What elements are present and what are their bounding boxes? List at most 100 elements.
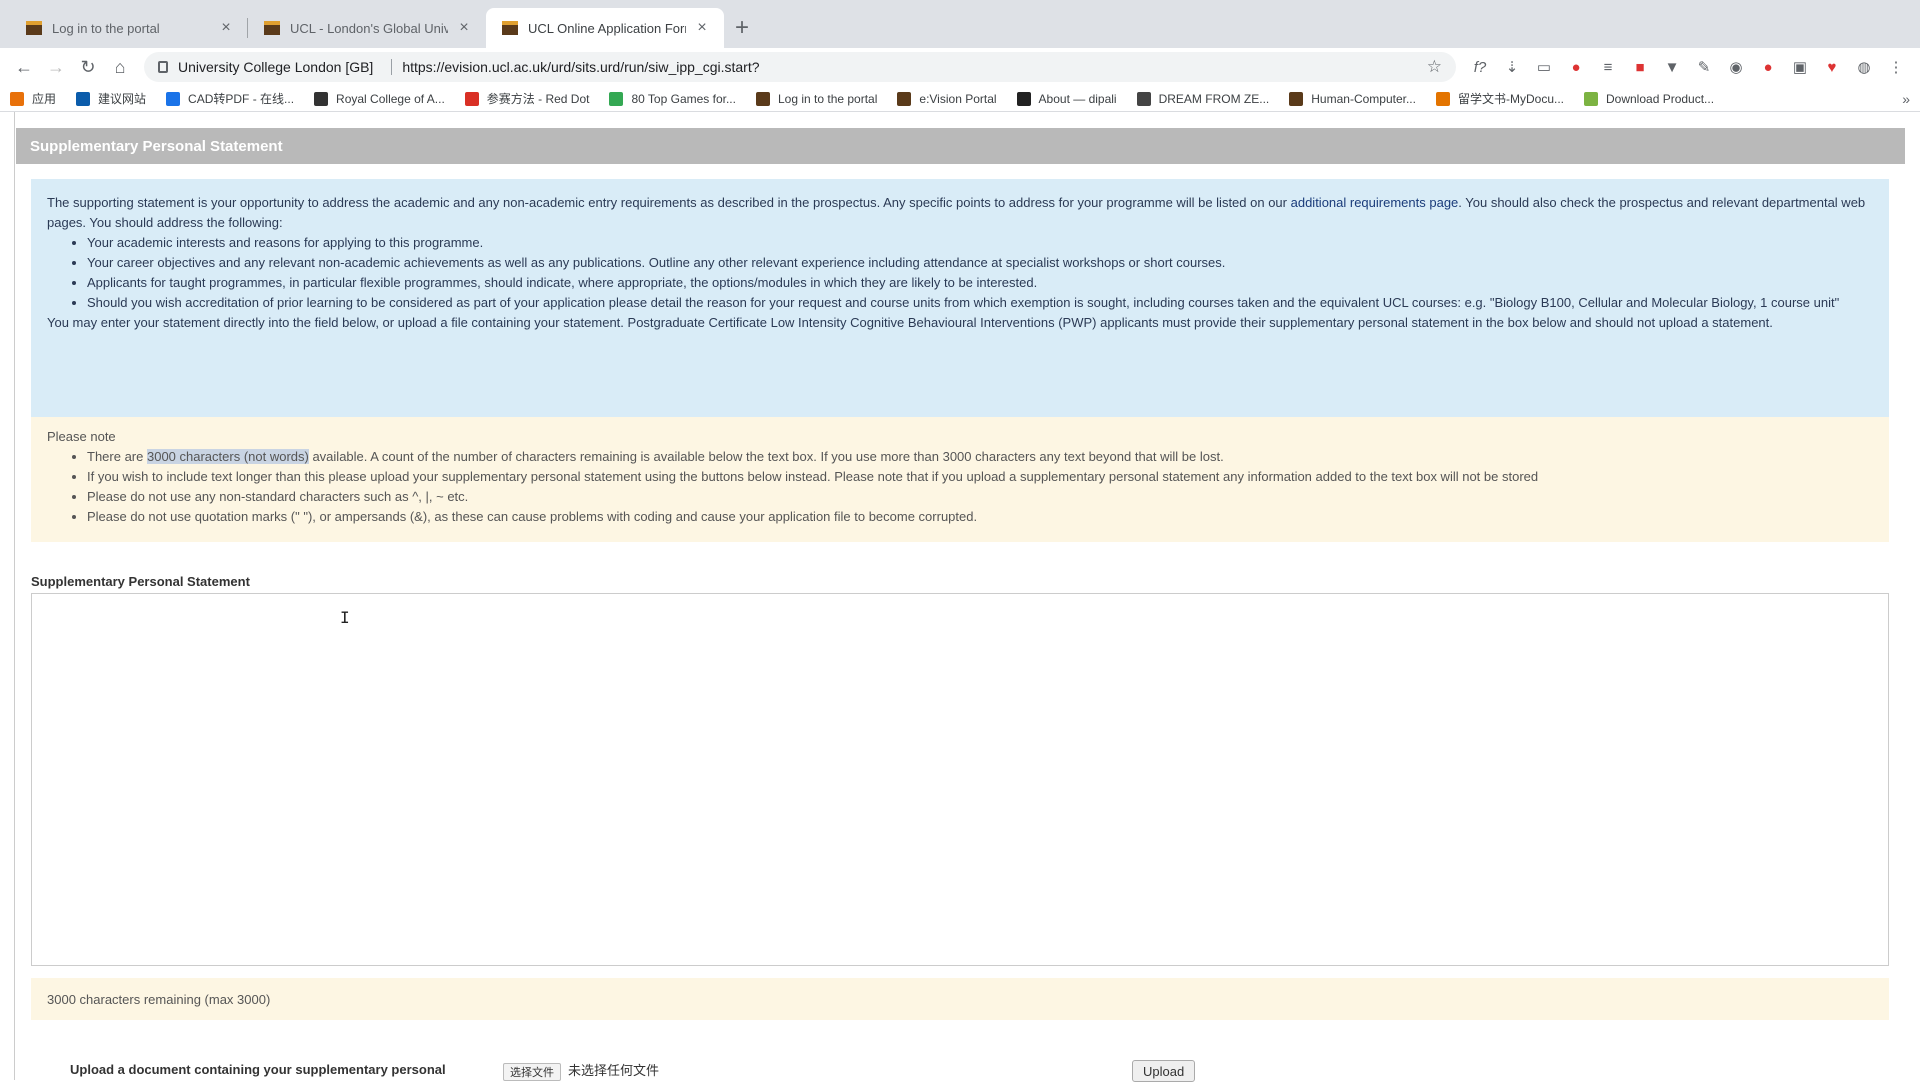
dv-icon: [1016, 91, 1031, 106]
browser-tab-active[interactable]: UCL Online Application Form ×: [486, 8, 724, 48]
back-arrow-icon[interactable]: ←: [8, 51, 40, 83]
ucl-icon: [755, 91, 770, 106]
statement-field-label: Supplementary Personal Statement: [31, 574, 250, 589]
list-item: If you wish to include text longer than …: [87, 467, 1873, 487]
bookmark-item[interactable]: DREAM FROM ZE...: [1136, 91, 1270, 106]
additional-requirements-link[interactable]: additional requirements page: [1291, 195, 1459, 210]
home-icon[interactable]: ⌂: [104, 51, 136, 83]
tab-close-icon[interactable]: ×: [218, 19, 234, 37]
pen-extension-icon[interactable]: ✎: [1688, 51, 1720, 83]
bookmark-label: Human-Computer...: [1311, 91, 1416, 106]
forward-arrow-icon[interactable]: →: [40, 51, 72, 83]
note-list: There are 3000 characters (not words) av…: [87, 447, 1873, 527]
bookmark-label: Royal College of A...: [336, 91, 445, 106]
privacy-extension-icon[interactable]: ♥: [1816, 51, 1848, 83]
url-text[interactable]: https://evision.ucl.ac.uk/urd/sits.urd/r…: [402, 59, 759, 75]
bookmark-label: 建议网站: [98, 92, 147, 106]
bookmark-label: DREAM FROM ZE...: [1158, 91, 1270, 106]
bookmarks-overflow-icon[interactable]: »: [1902, 91, 1910, 107]
note-heading: Please note: [47, 429, 116, 444]
toc-extension-icon[interactable]: ≡: [1592, 51, 1624, 83]
bookmark-label: 应用: [32, 92, 57, 106]
statement-textarea[interactable]: [31, 593, 1889, 966]
apps-grid-icon: [10, 91, 24, 106]
bookmark-label: 留学文书-MyDocu...: [1457, 92, 1564, 106]
characters-remaining: 3000 characters remaining (max 3000): [31, 978, 1889, 1020]
site-identity: University College London [GB]: [178, 59, 374, 75]
rca-icon: [314, 91, 329, 106]
upload-button[interactable]: Upload: [1132, 1060, 1196, 1082]
tab-title: UCL Online Application Form: [528, 20, 686, 36]
bookmark-item[interactable]: Download Product...: [1584, 91, 1715, 106]
new-tab-icon[interactable]: +: [724, 8, 760, 48]
cube-icon: [1136, 91, 1151, 106]
opera-extension-icon[interactable]: ●: [1560, 51, 1592, 83]
bookmark-item[interactable]: 80 Top Games for...: [609, 91, 736, 106]
ucl-icon: [1289, 91, 1304, 106]
bookmark-label: 80 Top Games for...: [631, 91, 736, 106]
section-title: Supplementary Personal Statement: [16, 128, 1905, 164]
bookmark-item[interactable]: 留学文书-MyDocu...: [1435, 90, 1564, 107]
bookmark-label: About — dipali: [1038, 91, 1117, 106]
menu-kebab-icon[interactable]: ⋮: [1880, 51, 1912, 83]
address-bar[interactable]: University College London [GB] https://e…: [144, 52, 1456, 82]
browser-tab-strip: Log in to the portal × UCL - London's Gl…: [0, 0, 1920, 48]
page-content: Supplementary Personal Statement The sup…: [0, 112, 1920, 1082]
browser-toolbar: ← → ↻ ⌂ University College London [GB] h…: [0, 48, 1920, 86]
bookmark-item[interactable]: CAD转PDF - 在线...: [166, 90, 294, 107]
list-item: There are 3000 characters (not words) av…: [87, 447, 1873, 467]
reload-icon[interactable]: ↻: [72, 51, 104, 83]
bookmark-item[interactable]: About — dipali: [1016, 91, 1117, 106]
download-extension-icon[interactable]: ⇣: [1496, 51, 1528, 83]
browser-tab[interactable]: UCL - London's Global Univer ×: [248, 8, 486, 48]
bookmarks-bar: 应用 建议网站 CAD转PDF - 在线... Royal College of A.…: [0, 86, 1920, 112]
list-item: Please do not use quotation marks (" "),…: [87, 507, 1873, 527]
reddot-icon: [464, 91, 479, 106]
games-icon: [609, 91, 624, 106]
upload-label: Upload a document containing your supple…: [70, 1062, 446, 1077]
leaf-icon: [1584, 91, 1598, 106]
browser-tab[interactable]: Log in to the portal ×: [10, 8, 248, 48]
bookmark-item[interactable]: 参赛方法 - Red Dot: [464, 90, 590, 107]
info-list: Your academic interests and reasons for …: [87, 233, 1873, 313]
profile-avatar-icon[interactable]: ◍: [1848, 51, 1880, 83]
tab-close-icon[interactable]: ×: [694, 19, 710, 37]
formula-extension-icon[interactable]: f?: [1464, 51, 1496, 83]
camera-extension-icon[interactable]: ◉: [1720, 51, 1752, 83]
no-file-chosen-text: 未选择任何文件: [568, 1063, 660, 1078]
bookmark-item[interactable]: Human-Computer...: [1289, 91, 1416, 106]
doc-icon: [1435, 91, 1450, 106]
bookmark-label: Log in to the portal: [777, 91, 878, 106]
highlighted-text: 3000 characters (not words): [146, 449, 309, 464]
list-item: Please do not use any non-standard chara…: [87, 487, 1873, 507]
adblock-extension-icon[interactable]: ●: [1752, 51, 1784, 83]
bookmark-star-icon[interactable]: ☆: [1427, 57, 1442, 77]
list-item: Your career objectives and any relevant …: [87, 253, 1873, 273]
bookmark-item[interactable]: e:Vision Portal: [897, 91, 997, 106]
list-item: Applicants for taught programmes, in par…: [87, 273, 1873, 293]
bookmark-item[interactable]: 应用: [10, 90, 56, 107]
note-panel: Please note There are 3000 characters (n…: [31, 417, 1889, 542]
pocket-extension-icon[interactable]: ▼: [1656, 51, 1688, 83]
bookmark-label: CAD转PDF - 在线...: [188, 92, 295, 106]
cast-extension-icon[interactable]: ▭: [1528, 51, 1560, 83]
info-outro: You may enter your statement directly in…: [47, 315, 1773, 330]
bookmark-label: 参赛方法 - Red Dot: [486, 92, 590, 106]
bing-icon: [76, 91, 91, 106]
lock-icon: [158, 61, 168, 73]
tab-close-icon[interactable]: ×: [456, 19, 472, 37]
choose-file-button[interactable]: 选择文件: [503, 1063, 561, 1081]
ucl-icon: [897, 91, 912, 106]
bookmark-label: Download Product...: [1606, 91, 1715, 106]
screenshot-extension-icon[interactable]: ▣: [1784, 51, 1816, 83]
ucl-favicon-icon: [26, 21, 42, 35]
text-cursor-icon: I: [340, 608, 350, 627]
shield-extension-icon[interactable]: ■: [1624, 51, 1656, 83]
bookmark-item[interactable]: Royal College of A...: [314, 91, 445, 106]
bookmark-item[interactable]: 建议网站: [76, 90, 146, 107]
tab-title: UCL - London's Global Univer: [290, 20, 448, 36]
bookmark-item[interactable]: Log in to the portal: [755, 91, 878, 106]
list-item: Should you wish accreditation of prior l…: [87, 293, 1873, 313]
list-item: Your academic interests and reasons for …: [87, 233, 1873, 253]
bookmark-label: e:Vision Portal: [919, 91, 997, 106]
